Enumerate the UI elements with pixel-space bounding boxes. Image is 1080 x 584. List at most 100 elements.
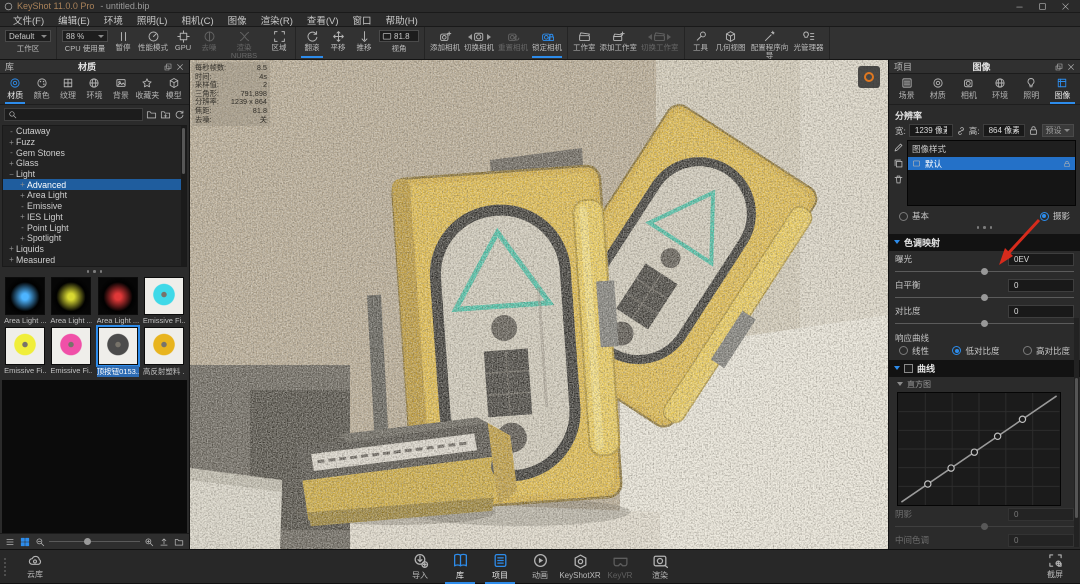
curve-checkbox[interactable] [904, 364, 913, 373]
toolbar-button-添加相机[interactable]: 添加相机 [428, 28, 462, 58]
toolbar-button-GPU[interactable]: GPU [170, 28, 196, 58]
curve-header[interactable]: 曲线 [889, 360, 1080, 377]
tree-scrollbar-thumb[interactable] [182, 128, 185, 174]
list-view-icon[interactable] [5, 537, 15, 547]
grid-view-icon[interactable] [20, 537, 30, 547]
thumbnail-size-knob[interactable] [84, 538, 91, 545]
slider-input-对比度[interactable] [1012, 306, 1070, 317]
width-input[interactable] [913, 125, 949, 136]
toolbar-button-添加工作室[interactable]: 添加工作室 [598, 28, 640, 58]
dock-item-项目[interactable]: 项目 [481, 550, 519, 584]
tree-expander[interactable]: + [18, 212, 27, 221]
material-thumb-高反射塑料 ...[interactable]: 高反射塑料 ... [142, 327, 186, 377]
dock-item-导入[interactable]: 导入 [401, 550, 439, 584]
lock-icon[interactable] [1028, 125, 1039, 136]
histogram-row[interactable]: 直方图 [889, 377, 1080, 392]
tree-item-Gem Stones[interactable]: -Gem Stones [3, 147, 186, 158]
library-tab-颜色[interactable]: 颜色 [28, 77, 54, 104]
tree-expander[interactable]: − [7, 170, 16, 179]
material-thumb-Area Light ...[interactable]: Area Light ... [49, 277, 93, 325]
tree-item-Liquids[interactable]: +Liquids [3, 244, 186, 255]
value-box[interactable]: 81.8 [379, 30, 419, 42]
tree-expander[interactable]: + [18, 234, 27, 243]
slider-track-对比度[interactable] [895, 319, 1074, 329]
slider-row-曝光[interactable]: 曝光 [889, 251, 1080, 277]
style-mode-basic[interactable]: 基本 [899, 210, 929, 222]
toolbar-button-翻滚[interactable]: 翻滚 [299, 28, 325, 58]
slider-value-field[interactable] [1008, 253, 1074, 266]
material-thumb-Area Light ...[interactable]: Area Light ... [3, 277, 47, 325]
duplicate-style-icon[interactable] [893, 158, 904, 169]
dock-item-KeyShotXR[interactable]: KeyShotXR [561, 550, 599, 584]
material-thumb-Emissive Fi...[interactable]: Emissive Fi... [49, 327, 93, 377]
response-option-高对比度[interactable]: 高对比度 [1023, 345, 1070, 357]
tree-item-Spotlight[interactable]: +Spotlight [3, 233, 186, 244]
library-tab-收藏夹[interactable]: 收藏夹 [134, 77, 160, 104]
preset-dropdown[interactable]: 预设 [1042, 124, 1075, 137]
slider-knob[interactable] [981, 320, 988, 327]
refresh-icon[interactable] [174, 109, 185, 120]
toolbar-button-暂停[interactable]: 暂停 [110, 28, 136, 58]
response-radio[interactable] [1023, 346, 1032, 355]
tree-expander[interactable]: - [18, 202, 27, 211]
slider-knob[interactable] [981, 294, 988, 301]
toolbar-button-区域[interactable]: 区域 [266, 28, 292, 58]
dock-item-screenshot[interactable]: 截屏 [1036, 550, 1074, 584]
add-style-icon[interactable] [893, 142, 904, 153]
toolbar-button-切换相机[interactable]: 切换相机 [462, 28, 496, 58]
minimize-button[interactable] [1015, 2, 1024, 11]
photographic-radio[interactable] [1040, 212, 1049, 221]
library-float-icon[interactable] [164, 63, 172, 71]
menu-item[interactable]: 相机(C) [174, 13, 220, 27]
project-close-icon[interactable] [1067, 63, 1075, 71]
slider-input-白平衡[interactable] [1012, 280, 1070, 291]
response-option-低对比度[interactable]: 低对比度 [952, 345, 999, 357]
tree-expander[interactable]: + [7, 244, 16, 253]
tree-scrollbar[interactable] [181, 126, 186, 266]
library-tab-模型[interactable]: 模型 [161, 77, 187, 104]
project-tab-环境[interactable]: 环境 [985, 77, 1016, 104]
width-field[interactable] [909, 124, 953, 137]
toolbar-button-推移[interactable]: 推移 [351, 28, 377, 58]
height-input[interactable] [987, 125, 1021, 136]
tree-item-Area Light[interactable]: +Area Light [3, 190, 186, 201]
curve-graph[interactable] [897, 392, 1072, 506]
tree-expander[interactable]: + [18, 191, 27, 200]
response-option-线性[interactable]: 线性 [899, 345, 929, 357]
tree-expander[interactable]: + [7, 159, 16, 168]
folder-icon[interactable] [174, 537, 184, 547]
library-tab-环境[interactable]: 环境 [81, 77, 107, 104]
panel-scrollbar[interactable] [1074, 318, 1079, 547]
project-tab-相机[interactable]: 相机 [953, 77, 984, 104]
tree-expander[interactable]: + [7, 255, 16, 264]
link-icon[interactable] [956, 126, 966, 136]
style-mode-photographic[interactable]: 摄影 [1040, 210, 1070, 222]
toolbar-button-工具[interactable]: 工具 [688, 28, 714, 58]
tree-expander[interactable]: + [7, 138, 16, 147]
toolbar-button-锁定相机[interactable]: 锁定相机 [530, 28, 564, 58]
menu-item[interactable]: 图像 [221, 13, 254, 27]
thumbnail-size-slider[interactable] [49, 541, 140, 542]
toolbar-dropdown-CPU 使用量[interactable]: 88 %CPU 使用量 [60, 28, 110, 58]
library-tab-背景[interactable]: 背景 [108, 77, 134, 104]
realtime-viewport[interactable]: 每秒帧数:8.5时间:4s采样值:2三角形:791,898分辨率:1239 x … [190, 60, 888, 549]
scrollbar-thumb[interactable] [1075, 378, 1078, 518]
library-tab-材质[interactable]: 材质 [2, 77, 28, 104]
library-search-field[interactable] [4, 108, 143, 121]
zoom-out-icon[interactable] [35, 537, 45, 547]
panel-splitter-handle[interactable] [889, 223, 1080, 232]
image-style-item-default[interactable]: 默认 [908, 157, 1075, 170]
toolbar-dropdown-工作区[interactable]: Default工作区 [3, 28, 53, 58]
height-field[interactable] [983, 124, 1025, 137]
material-thumb-Emissive Fi...[interactable]: Emissive Fi... [3, 327, 47, 377]
library-tab-纹理[interactable]: 纹理 [55, 77, 81, 104]
toolbar-value-视角[interactable]: 81.8视角 [377, 28, 421, 58]
search-input[interactable] [20, 109, 139, 120]
tone-mapping-header[interactable]: 色调映射 [889, 234, 1080, 251]
menu-item[interactable]: 渲染(R) [254, 13, 300, 27]
menu-item[interactable]: 照明(L) [130, 13, 175, 27]
tree-item-Point Light[interactable]: -Point Light [3, 222, 186, 233]
tree-expander[interactable]: + [18, 180, 27, 189]
toolbar-button-工作室[interactable]: 工作室 [571, 28, 598, 58]
tree-item-Measured[interactable]: +Measured [3, 254, 186, 265]
